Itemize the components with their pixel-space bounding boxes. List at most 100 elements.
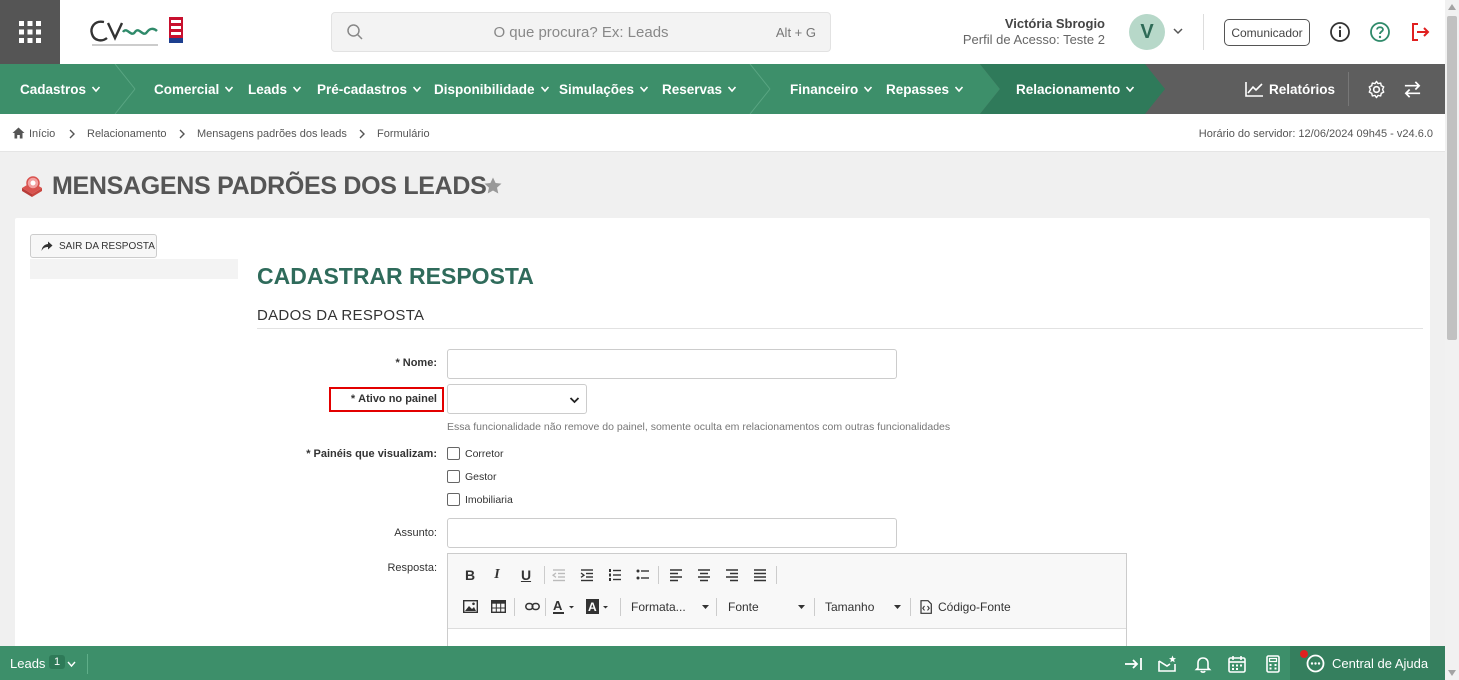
nav-relatorios[interactable]: Relatórios (1245, 64, 1335, 114)
subject-input[interactable] (447, 518, 897, 548)
breadcrumb-mensagens[interactable]: Mensagens padrões dos leads (197, 128, 347, 140)
size-combo-label: Tamanho (825, 600, 875, 614)
bottom-leads-label[interactable]: Leads (10, 656, 45, 671)
chevron-down-icon (225, 86, 234, 93)
caret-down-icon (702, 605, 709, 609)
bottom-divider (87, 654, 88, 674)
numbered-list-icon[interactable] (608, 568, 622, 582)
italic-icon[interactable]: I (486, 564, 508, 586)
source-button[interactable]: Código-Fonte (920, 596, 1011, 618)
nav-leads[interactable]: Leads (248, 64, 302, 114)
checkbox-corretor-label[interactable]: Corretor (465, 448, 504, 460)
indent-icon[interactable] (580, 568, 594, 582)
scroll-down-icon[interactable] (1448, 670, 1456, 676)
header-divider (1203, 14, 1204, 50)
breadcrumb-inicio[interactable]: Início (29, 128, 55, 140)
nav-financeiro[interactable]: Financeiro (790, 64, 873, 114)
cv-logo[interactable] (88, 16, 188, 50)
breadcrumb-formulario: Formulário (377, 128, 430, 140)
name-input[interactable] (447, 349, 897, 379)
chevron-down-icon (1126, 86, 1135, 93)
calendar-icon[interactable] (1227, 654, 1247, 674)
share-arrow-icon (41, 241, 53, 251)
align-left-icon[interactable] (669, 568, 683, 582)
active-select[interactable] (447, 384, 587, 414)
text-color-icon[interactable]: A (552, 598, 578, 616)
font-combo[interactable]: Fonte (728, 596, 805, 618)
user-name[interactable]: Victória Sbrogio (1005, 16, 1105, 31)
collapse-right-icon[interactable] (1123, 654, 1143, 674)
image-icon[interactable] (463, 600, 478, 613)
home-icon[interactable] (12, 127, 25, 139)
chevron-down-icon[interactable] (67, 660, 76, 668)
required-mark: * (306, 448, 311, 460)
nav-reservas[interactable]: Reservas (662, 64, 737, 114)
toolbar-separator (514, 598, 515, 616)
avatar[interactable]: V (1129, 14, 1165, 50)
help-center-button[interactable]: Central de Ajuda (1290, 646, 1445, 680)
top-header: O que procura? Ex: Leads Alt + G Victóri… (0, 0, 1445, 64)
checkbox-corretor[interactable] (447, 447, 460, 460)
background-color-icon[interactable]: A (585, 598, 613, 616)
nav-label: Leads (248, 81, 288, 97)
nav-simulacoes[interactable]: Simulações (559, 64, 649, 114)
breadcrumb-relacionamento[interactable]: Relacionamento (87, 128, 167, 140)
chevron-right-icon (179, 129, 185, 139)
align-right-icon[interactable] (725, 568, 739, 582)
info-icon[interactable] (1329, 21, 1351, 43)
format-combo[interactable]: Formata... (631, 596, 709, 618)
subject-label: Assunto: (394, 527, 437, 539)
svg-text:A: A (553, 598, 563, 613)
nav-label: Disponibilidade (434, 81, 535, 97)
scrollbar-thumb[interactable] (1447, 16, 1457, 340)
checkbox-imobiliaria[interactable] (447, 493, 460, 506)
name-label: * Nome: (237, 357, 437, 369)
nav-disponibilidade[interactable]: Disponibilidade (434, 64, 550, 114)
caret-down-icon (894, 605, 901, 609)
size-combo[interactable]: Tamanho (825, 596, 901, 618)
swap-icon[interactable] (1403, 80, 1422, 99)
nav-comercial[interactable]: Comercial (154, 64, 234, 114)
bell-icon[interactable] (1193, 654, 1213, 674)
chevron-down-icon (91, 86, 101, 93)
help-icon[interactable] (1369, 21, 1391, 43)
chevron-down-icon[interactable] (1172, 25, 1184, 37)
logout-icon[interactable] (1409, 21, 1431, 43)
underline-icon[interactable]: U (515, 564, 537, 586)
star-icon[interactable] (483, 176, 503, 196)
section-title: DADOS DA RESPOSTA (257, 307, 425, 324)
toolbar-separator (776, 566, 777, 584)
toolbar-separator (545, 598, 546, 616)
response-label: Resposta: (387, 562, 437, 574)
comunicador-button[interactable]: Comunicador (1224, 19, 1310, 46)
align-justify-icon[interactable] (753, 568, 767, 582)
leads-count-badge: 1 (49, 655, 66, 669)
nav-label: Relacionamento (1016, 81, 1121, 97)
bullet-list-icon[interactable] (636, 568, 650, 582)
checkbox-gestor-label[interactable]: Gestor (465, 471, 497, 483)
calculator-icon[interactable] (1263, 654, 1283, 674)
align-center-icon[interactable] (697, 568, 711, 582)
nav-pre-cadastros[interactable]: Pré-cadastros (317, 64, 422, 114)
exit-response-button[interactable]: SAIR DA RESPOSTA (30, 234, 157, 258)
bold-icon[interactable]: B (459, 564, 481, 586)
nav-repasses[interactable]: Repasses (886, 64, 964, 114)
page-title: MENSAGENS PADRÕES DOS LEADS (52, 172, 487, 200)
source-code-icon (920, 600, 932, 614)
checkbox-gestor[interactable] (447, 470, 460, 483)
highlight-box (329, 387, 444, 412)
global-search[interactable]: O que procura? Ex: Leads Alt + G (331, 12, 831, 52)
gear-icon[interactable] (1367, 80, 1386, 99)
scroll-up-icon[interactable] (1448, 4, 1456, 10)
chevron-down-icon (412, 86, 422, 93)
toolbar-separator (544, 566, 545, 584)
checkbox-imobiliaria-label[interactable]: Imobiliaria (465, 494, 513, 506)
nav-cadastros[interactable]: Cadastros (20, 64, 101, 114)
nav-relacionamento[interactable]: Relacionamento (1016, 64, 1135, 114)
apps-menu-button[interactable] (0, 0, 60, 64)
table-icon[interactable] (491, 600, 506, 613)
toolbar-separator (658, 566, 659, 584)
outdent-icon[interactable] (552, 568, 566, 582)
mail-star-icon[interactable] (1157, 654, 1177, 674)
link-icon[interactable] (525, 601, 540, 612)
